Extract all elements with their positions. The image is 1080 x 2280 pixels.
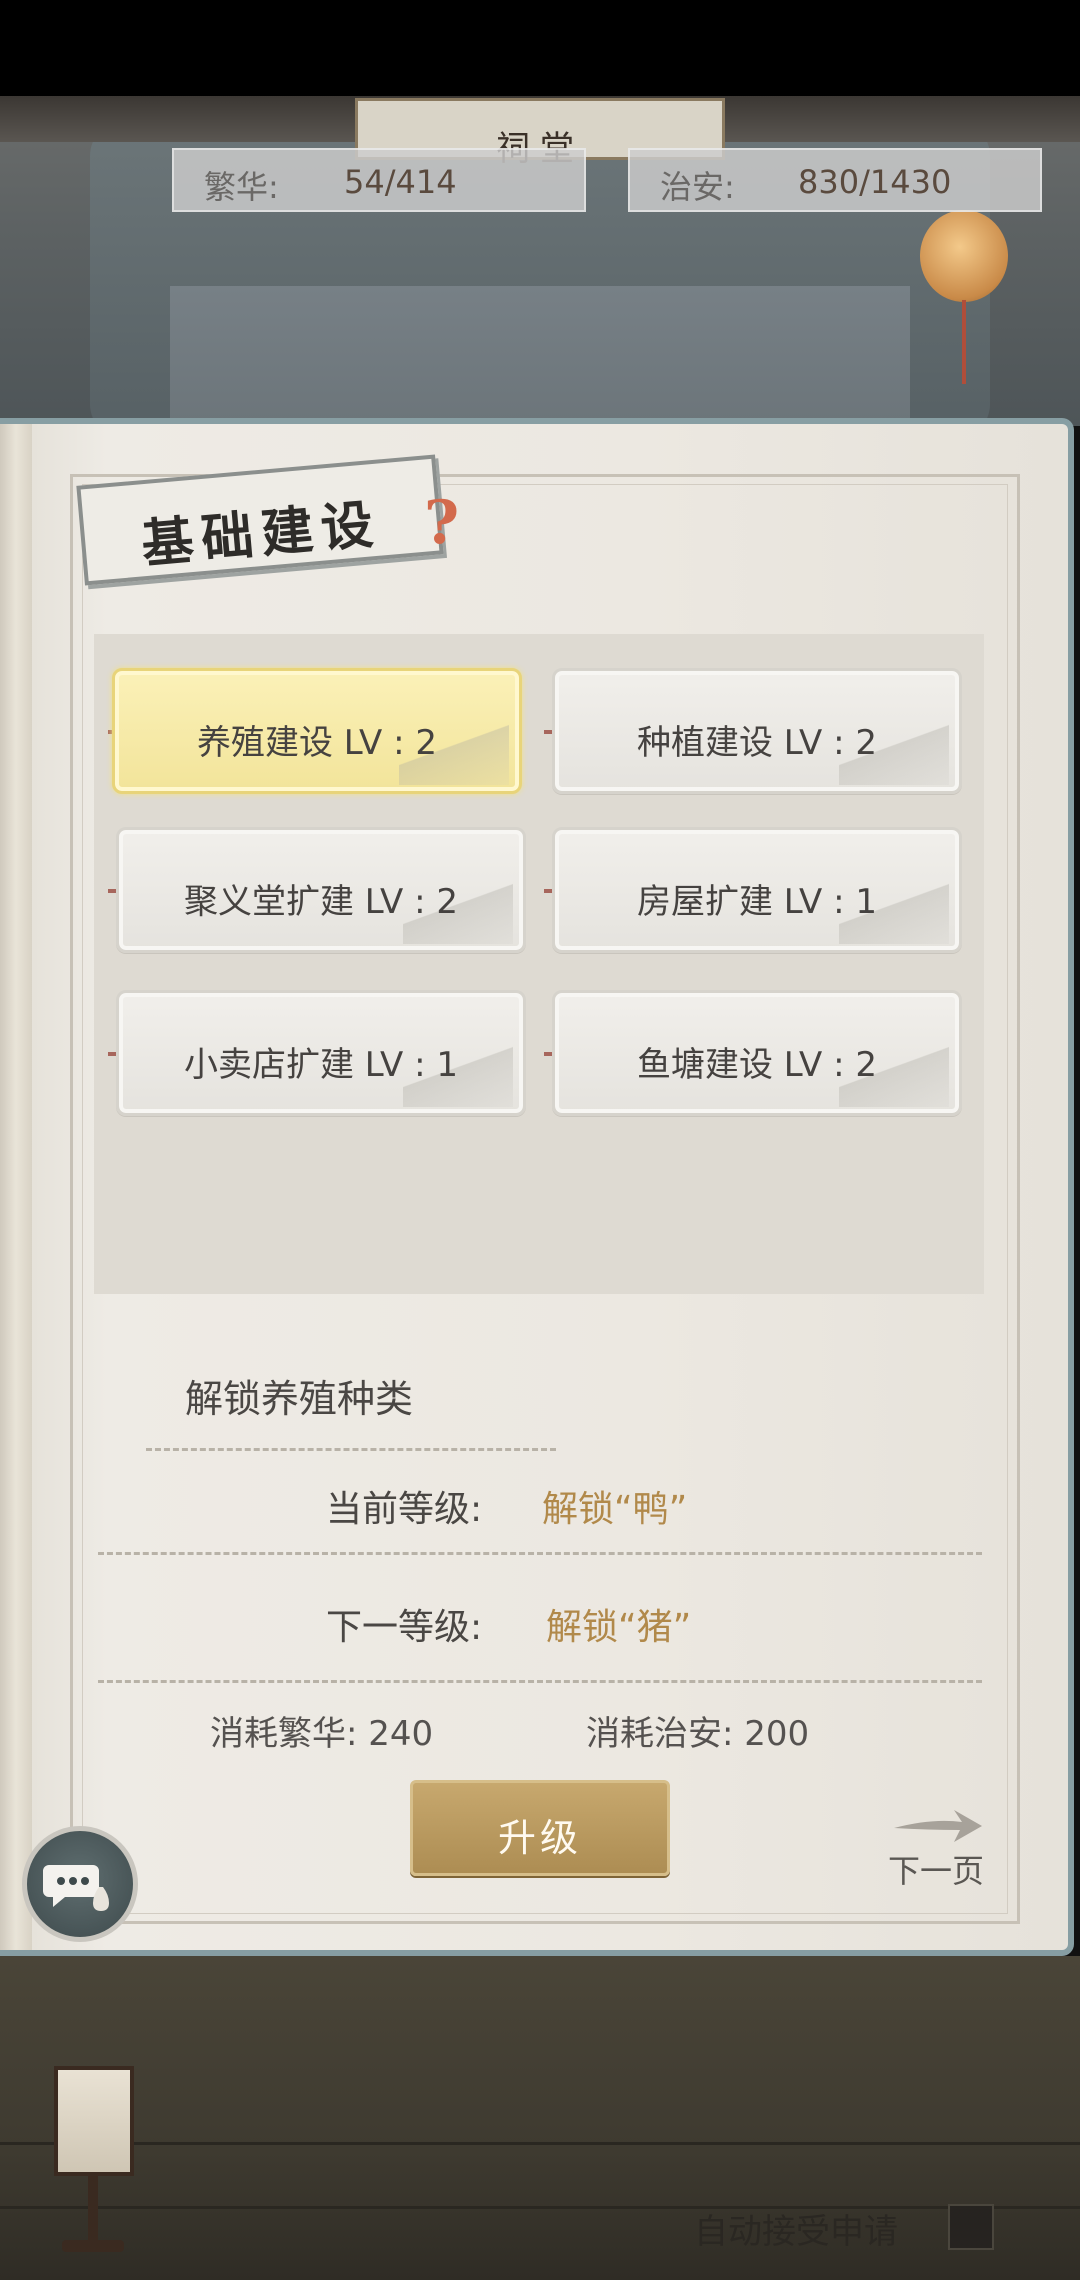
security-stat: 治安: 830/1430 — [628, 148, 1042, 212]
floor-plank — [0, 2206, 1080, 2209]
status-bar — [0, 0, 1080, 96]
hall-scene: 祠堂 — [0, 96, 1080, 446]
building-card-label: 养殖建设 LV : 2 — [197, 723, 437, 763]
floor-plank — [0, 2142, 1080, 2145]
cost-prosperity: 消耗繁华: 240 — [210, 1706, 433, 1755]
current-level-value: 解锁“鸭” — [542, 1489, 688, 1530]
book-spine — [0, 424, 32, 1950]
prosperity-label: 繁华: — [204, 168, 279, 206]
lamp-foot — [62, 2240, 124, 2252]
building-card-label: 鱼塘建设 LV : 2 — [637, 1045, 877, 1085]
building-card-shop-expansion[interactable]: 小卖店扩建 LV : 1 — [116, 990, 526, 1116]
building-card-breeding[interactable]: 养殖建设 LV : 2 — [112, 668, 522, 794]
cost-prosperity-label: 消耗繁华: — [210, 1714, 358, 1754]
divider — [98, 1680, 982, 1683]
next-page-button[interactable]: 下一页 — [888, 1846, 984, 1892]
building-card-label: 种植建设 LV : 2 — [637, 723, 877, 763]
auto-accept-checkbox[interactable] — [948, 2204, 994, 2250]
building-card-hall-expansion[interactable]: 聚义堂扩建 LV : 2 — [116, 827, 526, 953]
lantern-icon — [920, 210, 1008, 302]
floor-scene — [0, 1956, 1080, 2280]
chat-button[interactable] — [22, 1826, 138, 1942]
floor-lamp-icon — [54, 2066, 134, 2176]
building-card-house-expansion[interactable]: 房屋扩建 LV : 1 — [552, 827, 962, 953]
cost-security-value: 200 — [744, 1714, 810, 1754]
cost-security-label: 消耗治安: — [586, 1714, 734, 1754]
upgrade-button-label: 升级 — [497, 1816, 582, 1860]
building-card-fishpond[interactable]: 鱼塘建设 LV : 2 — [552, 990, 962, 1116]
next-level-label: 下一等级: — [326, 1607, 483, 1648]
next-level-value: 解锁“猪” — [546, 1607, 692, 1648]
security-value: 830/1430 — [798, 163, 952, 201]
building-card-label: 房屋扩建 LV : 1 — [637, 882, 877, 922]
lantern-tassel — [962, 300, 966, 384]
prosperity-value: 54/414 — [344, 163, 457, 201]
building-card-label: 聚义堂扩建 LV : 2 — [184, 882, 458, 922]
divider — [146, 1448, 556, 1451]
chat-bubble-icon — [43, 1865, 109, 1911]
building-card-label: 小卖店扩建 LV : 1 — [184, 1045, 458, 1085]
next-arrow-icon[interactable] — [892, 1806, 984, 1846]
lamp-stand — [88, 2176, 98, 2246]
detail-title: 解锁养殖种类 — [185, 1377, 414, 1421]
auto-accept-label: 自动接受申请 — [694, 2212, 898, 2252]
security-label: 治安: — [660, 168, 735, 206]
current-level-label: 当前等级: — [326, 1489, 483, 1530]
prosperity-stat: 繁华: 54/414 — [172, 148, 586, 212]
cost-security: 消耗治安: 200 — [586, 1706, 809, 1755]
upgrade-button[interactable]: 升级 — [410, 1780, 670, 1876]
help-question-icon[interactable]: ? — [424, 488, 459, 558]
divider — [98, 1552, 982, 1555]
building-card-planting[interactable]: 种植建设 LV : 2 — [552, 668, 962, 794]
cost-prosperity-value: 240 — [368, 1714, 434, 1754]
